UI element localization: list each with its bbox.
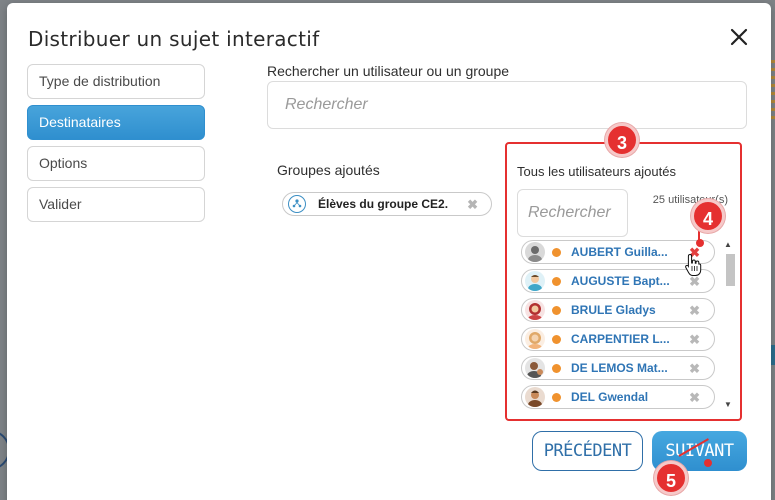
status-dot bbox=[552, 247, 561, 257]
scroll-down-icon[interactable]: ▼ bbox=[724, 400, 732, 409]
user-name[interactable]: AUBERT Guilla... bbox=[571, 245, 668, 259]
avatar bbox=[525, 242, 545, 262]
annotation-dot bbox=[696, 239, 704, 247]
step-type-distribution[interactable]: Type de distribution bbox=[27, 64, 205, 99]
status-dot bbox=[552, 334, 561, 344]
hand-cursor-icon bbox=[685, 253, 702, 276]
group-icon bbox=[288, 195, 306, 213]
avatar bbox=[525, 271, 545, 291]
remove-user-icon[interactable]: ✖ bbox=[689, 390, 700, 406]
avatar bbox=[525, 300, 545, 320]
step-badge-4: 4 bbox=[691, 199, 725, 233]
users-scrollbar[interactable]: ▲ ▼ bbox=[723, 240, 735, 409]
status-dot bbox=[552, 363, 561, 373]
avatar bbox=[525, 387, 545, 407]
user-name[interactable]: AUGUSTE Bapt... bbox=[571, 274, 670, 288]
group-name: Élèves du groupe CE2. bbox=[318, 197, 449, 211]
users-label: Tous les utilisateurs ajoutés bbox=[517, 164, 676, 179]
step-badge-5: 5 bbox=[654, 461, 688, 495]
step-options[interactable]: Options bbox=[27, 146, 205, 181]
users-list: AUBERT Guilla... ✖ AUGUSTE Bapt... ✖ BRU… bbox=[521, 240, 735, 409]
distribute-dialog: Distribuer un sujet interactif Type de d… bbox=[7, 3, 771, 500]
search-label: Rechercher un utilisateur ou un groupe bbox=[267, 63, 510, 79]
added-users-panel: Tous les utilisateurs ajoutés 25 utilisa… bbox=[505, 142, 742, 421]
user-chip: DEL Gwendal ✖ bbox=[521, 385, 715, 409]
group-chip: Élèves du groupe CE2. ✖ bbox=[282, 192, 492, 216]
remove-user-icon[interactable]: ✖ bbox=[689, 361, 700, 377]
user-chip: CARPENTIER L... ✖ bbox=[521, 327, 715, 351]
users-search-input[interactable] bbox=[517, 189, 628, 237]
status-dot bbox=[552, 305, 561, 315]
user-name[interactable]: BRULE Gladys bbox=[571, 303, 656, 317]
remove-user-icon[interactable]: ✖ bbox=[689, 303, 700, 319]
user-chip: BRULE Gladys ✖ bbox=[521, 298, 715, 322]
avatar bbox=[525, 358, 545, 378]
scroll-up-icon[interactable]: ▲ bbox=[724, 240, 732, 249]
scroll-thumb[interactable] bbox=[726, 254, 735, 286]
remove-user-icon[interactable]: ✖ bbox=[689, 332, 700, 348]
step-destinataires[interactable]: Destinataires bbox=[27, 105, 205, 140]
close-button[interactable] bbox=[727, 25, 751, 49]
user-name[interactable]: CARPENTIER L... bbox=[571, 332, 670, 346]
user-name[interactable]: DE LEMOS Mat... bbox=[571, 361, 668, 375]
close-icon bbox=[730, 28, 748, 46]
avatar bbox=[525, 329, 545, 349]
status-dot bbox=[552, 392, 561, 402]
previous-button[interactable]: PRÉCÉDENT bbox=[532, 431, 643, 471]
user-chip: DE LEMOS Mat... ✖ bbox=[521, 356, 715, 380]
search-input[interactable] bbox=[267, 81, 747, 129]
status-dot bbox=[552, 276, 561, 286]
step-badge-3: 3 bbox=[605, 123, 639, 157]
remove-group-icon[interactable]: ✖ bbox=[467, 197, 478, 213]
user-name[interactable]: DEL Gwendal bbox=[571, 390, 648, 404]
dialog-title: Distribuer un sujet interactif bbox=[28, 27, 320, 51]
groups-label: Groupes ajoutés bbox=[277, 162, 380, 178]
annotation-dot bbox=[704, 459, 712, 467]
wizard-steps: Type de distribution Destinataires Optio… bbox=[27, 64, 205, 228]
step-valider[interactable]: Valider bbox=[27, 187, 205, 222]
